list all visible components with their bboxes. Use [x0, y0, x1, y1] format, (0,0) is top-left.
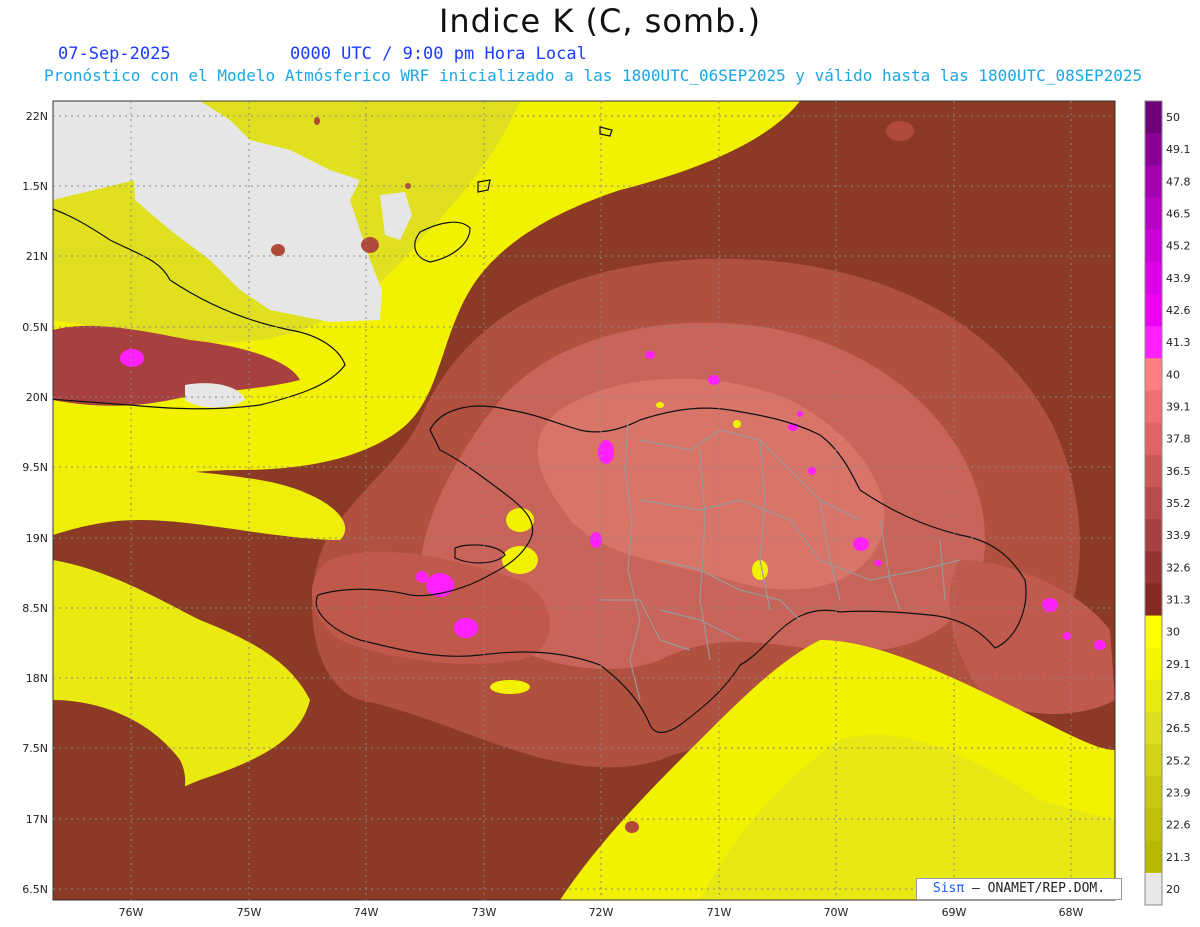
colorbar-label: 32.6 — [1166, 561, 1191, 574]
colorbar-swatch — [1145, 229, 1162, 263]
colorbar-label: 39.1 — [1166, 401, 1191, 414]
lon-label: 76W — [119, 906, 144, 919]
colorbar-swatch — [1145, 422, 1162, 456]
colorbar-label: 20 — [1166, 883, 1180, 896]
colorbar-swatch — [1145, 712, 1162, 745]
colorbar-label: 27.8 — [1166, 690, 1191, 703]
colorbar-swatch — [1145, 519, 1162, 552]
colorbar-label: 26.5 — [1166, 722, 1191, 735]
colorbar-label: 23.9 — [1166, 786, 1191, 799]
colorbar-label: 49.1 — [1166, 143, 1191, 156]
colorbar-label: 37.8 — [1166, 433, 1191, 446]
colorbar-swatch — [1145, 326, 1162, 359]
credit-brand: Sisπ — [932, 881, 965, 896]
map-field — [53, 101, 1115, 900]
colorbar-swatch — [1145, 808, 1162, 842]
colorbar-label: 43.9 — [1166, 272, 1191, 285]
lat-label: 0.5N — [22, 321, 48, 334]
credit-text: – ONAMET/REP.DOM. — [972, 881, 1106, 896]
colorbar-label: 21.3 — [1166, 851, 1191, 864]
colorbar-label: 46.5 — [1166, 208, 1191, 221]
colorbar-label: 33.9 — [1166, 529, 1191, 542]
lon-label: 75W — [237, 906, 262, 919]
lat-label: 6.5N — [22, 883, 48, 896]
colorbar-swatch — [1145, 390, 1162, 424]
lat-label: 20N — [26, 391, 48, 404]
colorbar-swatch — [1145, 197, 1162, 231]
colorbar-swatch — [1145, 486, 1162, 520]
colorbar-swatch — [1145, 840, 1162, 874]
colorbar-label: 29.1 — [1166, 658, 1191, 671]
colorbar-label: 47.8 — [1166, 175, 1191, 188]
colorbar-swatch — [1145, 358, 1162, 391]
credit-box: Sisπ – ONAMET/REP.DOM. — [916, 878, 1122, 900]
colorbar-swatch — [1145, 133, 1162, 166]
lat-label: 18N — [26, 672, 48, 685]
colorbar-label: 42.6 — [1166, 304, 1191, 317]
lat-labels: 22N 1.5N 21N 0.5N 20N 9.5N 19N 8.5N 18N … — [22, 110, 48, 896]
lon-label: 72W — [589, 906, 614, 919]
k-index-map: 22N 1.5N 21N 0.5N 20N 9.5N 19N 8.5N 18N … — [22, 100, 1191, 919]
lon-label: 73W — [472, 906, 497, 919]
colorbar-swatch — [1145, 679, 1162, 713]
lat-label: 17N — [26, 813, 48, 826]
colorbar-swatch — [1145, 583, 1162, 617]
lon-labels: 76W 75W 74W 73W 72W 71W 70W 69W 68W — [119, 906, 1084, 919]
colorbar-label: 22.6 — [1166, 819, 1191, 832]
lon-label: 68W — [1059, 906, 1084, 919]
lat-label: 22N — [26, 110, 48, 123]
lat-label: 9.5N — [22, 461, 48, 474]
colorbar-swatch — [1145, 776, 1162, 810]
lat-label: 1.5N — [22, 180, 48, 193]
colorbar: 50 49.1 47.8 46.5 45.2 43.9 42.6 41.3 40 39.1 37.8… — [1144, 100, 1191, 906]
colorbar-label: 36.5 — [1166, 465, 1191, 478]
colorbar-swatch — [1145, 293, 1162, 327]
colorbar-swatch — [1145, 454, 1162, 488]
colorbar-swatch — [1145, 165, 1162, 198]
lat-label: 19N — [26, 532, 48, 545]
colorbar-label: 30 — [1166, 626, 1180, 639]
colorbar-swatch — [1145, 615, 1162, 649]
colorbar-label: 45.2 — [1166, 240, 1191, 253]
colorbar-label: 35.2 — [1166, 497, 1191, 510]
lon-label: 74W — [354, 906, 379, 919]
colorbar-swatch — [1145, 744, 1162, 777]
lat-label: 21N — [26, 250, 48, 263]
colorbar-label: 50 — [1166, 111, 1180, 124]
colorbar-swatch — [1145, 101, 1162, 134]
colorbar-label: 41.3 — [1166, 336, 1191, 349]
colorbar-swatch — [1145, 261, 1162, 295]
lon-label: 71W — [707, 906, 732, 919]
colorbar-swatch — [1145, 551, 1162, 584]
colorbar-label: 25.2 — [1166, 754, 1191, 767]
colorbar-swatch — [1145, 872, 1162, 906]
colorbar-label: 40 — [1166, 368, 1180, 381]
colorbar-swatch — [1145, 647, 1162, 681]
lat-label: 8.5N — [22, 602, 48, 615]
lon-label: 70W — [824, 906, 849, 919]
lat-label: 7.5N — [22, 742, 48, 755]
lon-label: 69W — [942, 906, 967, 919]
colorbar-label: 31.3 — [1166, 593, 1191, 606]
